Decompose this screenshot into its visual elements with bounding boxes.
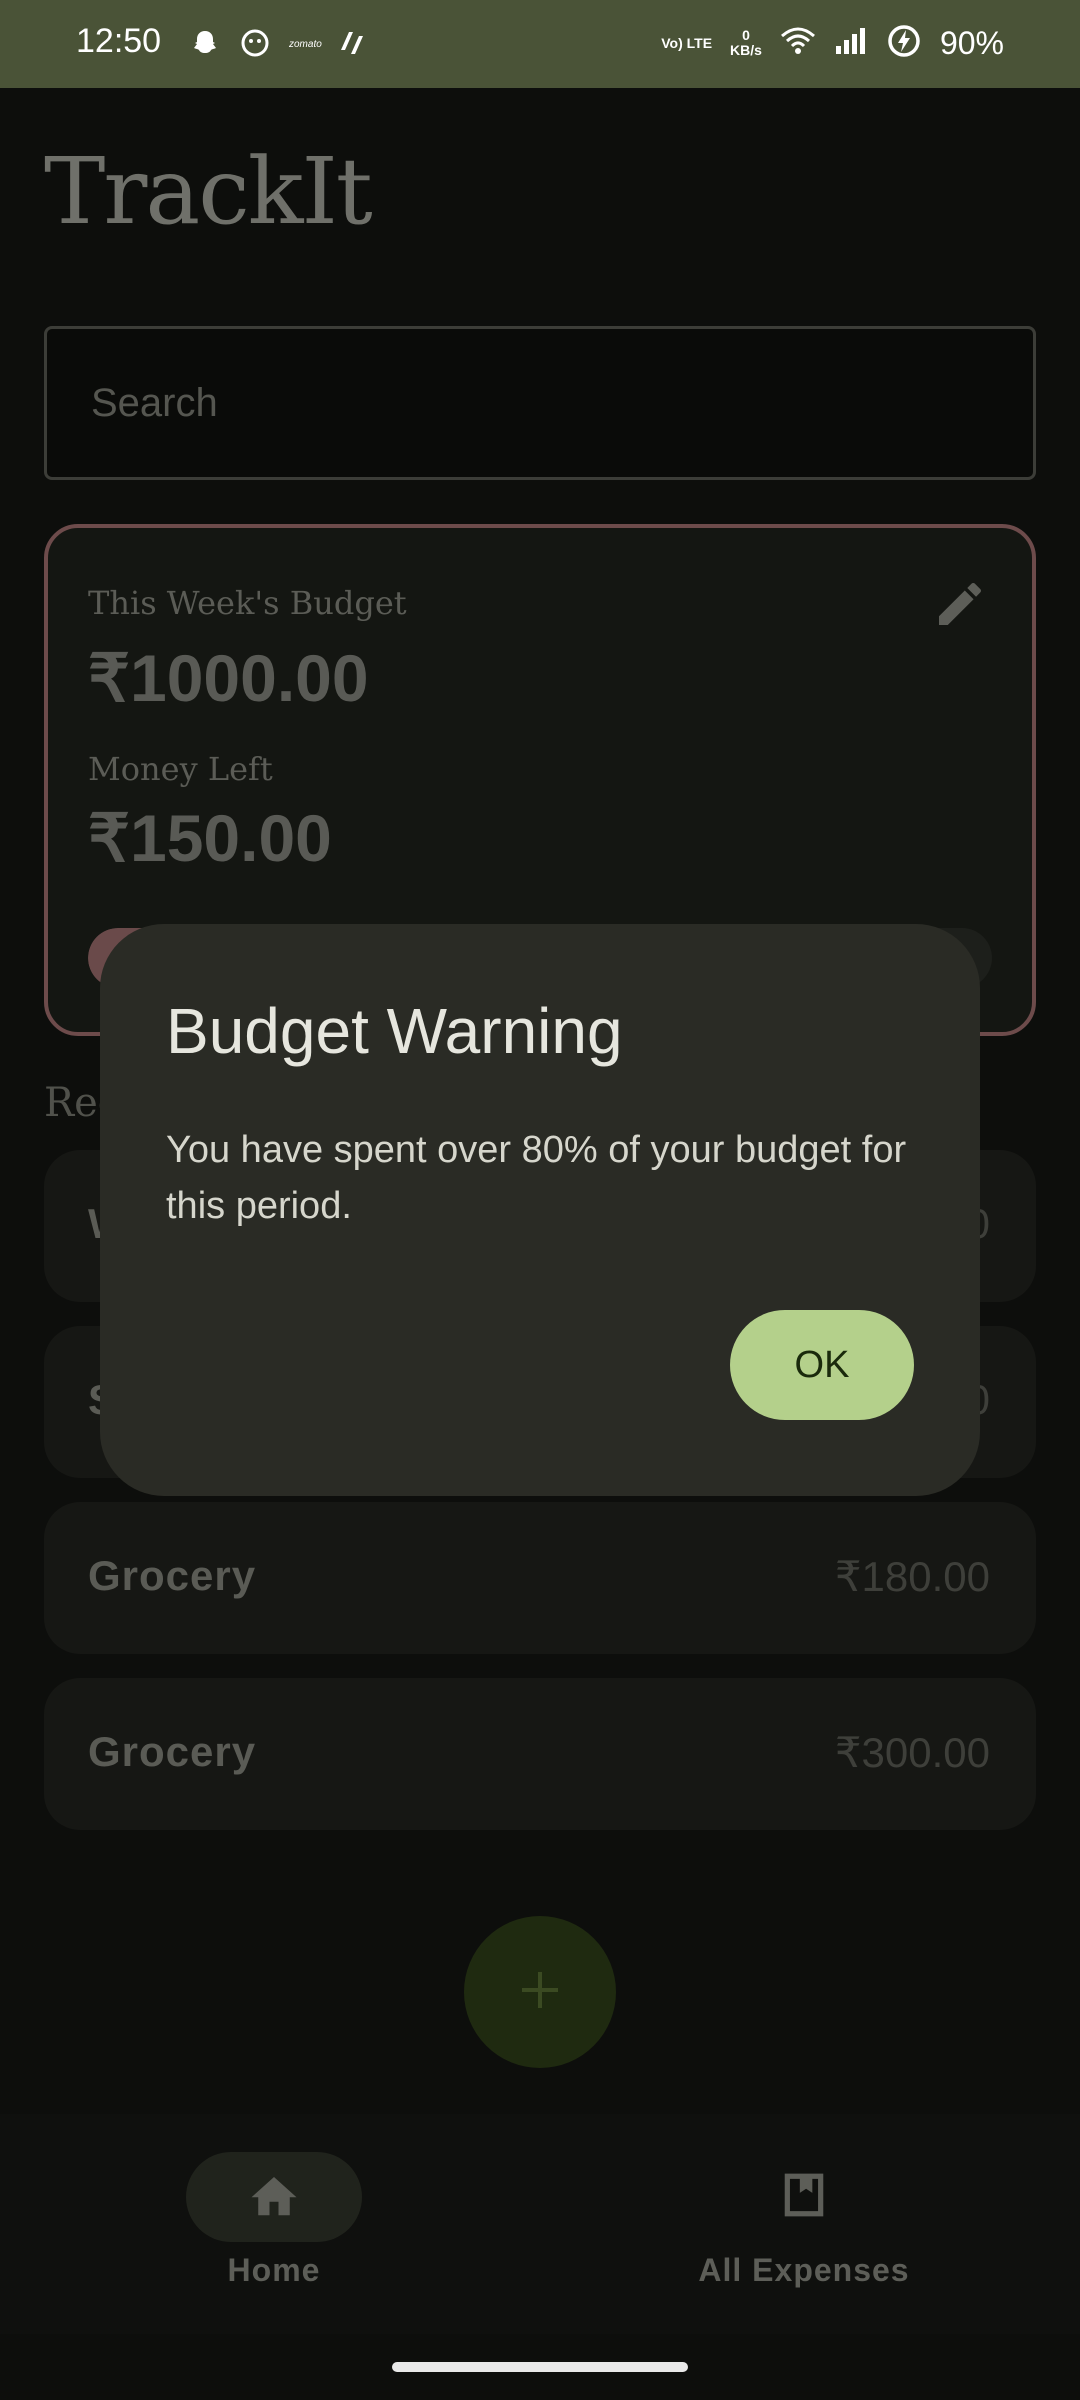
expense-item[interactable]: Grocery ₹180.00	[44, 1502, 1036, 1654]
nav-all-expenses-indicator	[716, 2152, 892, 2242]
nav-all-expenses-label: All Expenses	[698, 2252, 910, 2288]
status-bar: 12:50 zomato Vo) LTE 0 KB/s 90%	[0, 0, 1080, 88]
data-rate: 0 KB/s	[730, 27, 762, 58]
expense-price: ₹300.00	[834, 1729, 990, 1776]
add-expense-button[interactable]	[464, 1916, 616, 2068]
gesture-bar[interactable]	[392, 2362, 688, 2372]
app-title: TrackIt	[44, 138, 373, 245]
dialog-message: You have spent over 80% of your budget f…	[166, 1129, 907, 1227]
status-right: Vo) LTE 0 KB/s 90%	[661, 18, 1004, 68]
status-time: 12:50	[76, 22, 162, 60]
nav-item-all-expenses[interactable]: All Expenses	[654, 2152, 954, 2312]
bottom-navigation: Home All Expenses	[0, 2114, 1080, 2334]
volte-icon: Vo) LTE	[661, 34, 713, 51]
nav-home-label: Home	[227, 2252, 321, 2288]
budget-warning-dialog: Budget Warning You have spent over 80% o…	[100, 924, 980, 1496]
money-left-amount: ₹150.00	[88, 801, 332, 875]
home-icon	[247, 2170, 301, 2224]
expense-name: Grocery	[88, 1728, 257, 1775]
zomato-icon: zomato	[286, 26, 336, 60]
nav-home-indicator	[186, 2152, 362, 2242]
search-placeholder: Search	[91, 381, 218, 425]
battery-percent: 90%	[939, 24, 1004, 61]
budget-label: This Week's Budget	[88, 584, 407, 622]
money-left-label: Money Left	[88, 750, 273, 788]
nav-item-home[interactable]: Home	[124, 2152, 424, 2312]
dialog-title: Budget Warning	[166, 995, 623, 1067]
search-input[interactable]: Search	[44, 326, 1036, 480]
edit-budget-icon[interactable]	[932, 576, 988, 632]
signal-icon	[834, 26, 868, 61]
plus-icon	[518, 1968, 562, 2016]
expense-price: ₹180.00	[834, 1553, 990, 1600]
bookmark-icon	[779, 2170, 829, 2224]
ok-button[interactable]: OK	[730, 1310, 914, 1420]
ghost-icon	[238, 26, 272, 60]
svg-text:zomato: zomato	[289, 39, 322, 50]
wifi-icon	[780, 26, 816, 61]
snapchat-icon	[188, 26, 222, 60]
battery-charging-icon	[886, 23, 922, 64]
app-icon	[336, 26, 370, 60]
expense-item[interactable]: Grocery ₹300.00	[44, 1678, 1036, 1830]
budget-amount: ₹1000.00	[88, 641, 369, 715]
expense-name: Grocery	[88, 1552, 257, 1599]
